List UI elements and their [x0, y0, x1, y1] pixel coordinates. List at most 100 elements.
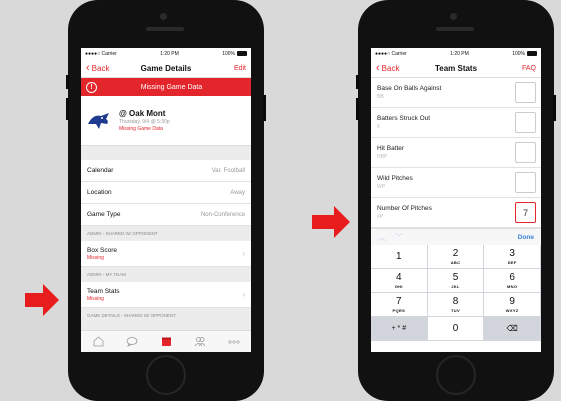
- nav-bar: ‹ Back Game Details Edit: [81, 59, 251, 78]
- row-value: Away: [230, 189, 245, 196]
- red-arrow-left: [25, 284, 59, 316]
- speaker: [436, 27, 474, 31]
- key-3[interactable]: 3 DEF: [484, 245, 541, 269]
- stat-label: Base On Balls Against: [377, 85, 442, 92]
- phone-team-stats: ●●●●○ Carrier 1:20 PM 100% ‹ Back Team St…: [356, 0, 556, 401]
- game-type-row[interactable]: Game Type Non-Conference: [81, 204, 251, 226]
- faq-button[interactable]: FAQ: [522, 65, 536, 72]
- stat-row-bb: Base On Balls Against BB: [371, 78, 541, 108]
- key-letters: MNO: [507, 283, 518, 289]
- missing-data-banner[interactable]: ! Missing Game Data: [81, 78, 251, 96]
- key-letters: TUV: [451, 307, 460, 313]
- key-symbols[interactable]: + * #: [371, 317, 428, 341]
- opponent-name: @ Oak Mont: [119, 109, 166, 118]
- home-button[interactable]: [146, 355, 186, 395]
- battery-icon: [526, 50, 537, 56]
- stat-abbr: K: [377, 124, 381, 130]
- team-stats-screen: ●●●●○ Carrier 1:20 PM 100% ‹ Back Team St…: [371, 48, 541, 352]
- game-details-screen: ●●●●○ Carrier 1:20 PM 100% ‹ Back Game De…: [81, 48, 251, 352]
- alert-icon: !: [86, 81, 97, 93]
- status-bar: ●●●●○ Carrier 1:20 PM 100%: [371, 48, 541, 59]
- key-5[interactable]: 5 JKL: [427, 269, 485, 293]
- row-label: Calendar: [87, 167, 114, 174]
- stat-label: Number Of Pitches: [377, 205, 432, 212]
- stat-row-k: Batters Struck Out K: [371, 108, 541, 138]
- key-letters: GHI: [394, 283, 403, 289]
- key-digit: 7: [396, 295, 402, 307]
- location-row[interactable]: Location Away: [81, 182, 251, 204]
- chevron-down-icon[interactable]: ﹀: [395, 232, 403, 243]
- key-digit: 5: [452, 271, 459, 283]
- key-letters: DEF: [507, 259, 517, 265]
- team-stats-row[interactable]: Team Stats Missing ›: [81, 282, 251, 308]
- game-date: Thursday, 9/4 @ 5:30p: [119, 119, 170, 125]
- row-label: Location: [87, 189, 112, 196]
- carrier-label: ●●●●○ Carrier: [85, 50, 117, 57]
- row-value: Var. Football: [211, 167, 245, 174]
- camera: [160, 13, 167, 20]
- status-bar: ●●●●○ Carrier 1:20 PM 100%: [81, 48, 251, 59]
- key-digit: 8: [452, 295, 459, 307]
- stat-row-hbp: Hit Batter HBP: [371, 138, 541, 168]
- key-8[interactable]: 8 TUV: [427, 293, 485, 317]
- chevron-right-icon: ›: [242, 290, 245, 299]
- backspace-icon: ⌫: [506, 323, 518, 333]
- done-button[interactable]: Done: [518, 234, 534, 241]
- key-6[interactable]: 6 MNO: [484, 269, 541, 293]
- home-icon[interactable]: [91, 335, 105, 349]
- calendar-row[interactable]: Calendar Var. Football: [81, 160, 251, 182]
- stat-label: Wild Pitches: [377, 175, 413, 182]
- row-label: Game Type: [87, 211, 121, 218]
- phone-game-details: ●●●●○ Carrier 1:20 PM 100% ‹ Back Game De…: [66, 0, 266, 401]
- key-letters: PQRS: [392, 307, 406, 313]
- stat-label: Batters Struck Out: [377, 115, 431, 122]
- back-button[interactable]: ‹ Back: [376, 62, 399, 74]
- section-header-game-details: GAME DETAILS - SHARED W/ OPPONENT: [81, 308, 251, 323]
- key-0[interactable]: 0: [427, 317, 485, 341]
- key-letters: JKL: [451, 283, 460, 289]
- back-button[interactable]: ‹ Back: [86, 62, 110, 74]
- game-header: @ Oak Mont Thursday, 9/4 @ 5:30p Missing…: [81, 96, 251, 146]
- missing-game-data-label: Missing Game Data: [119, 126, 163, 132]
- key-2[interactable]: 2 ABC: [427, 245, 485, 269]
- key-digit: 4: [396, 271, 402, 283]
- row-label: Box Score: [87, 246, 117, 254]
- key-9[interactable]: 9 WXYZ: [484, 293, 541, 317]
- row-status: Missing: [87, 295, 104, 302]
- key-4[interactable]: 4 GHI: [371, 269, 428, 293]
- speaker: [146, 27, 184, 31]
- home-button[interactable]: [436, 355, 476, 395]
- red-arrow-middle: [312, 206, 350, 238]
- chat-icon[interactable]: [125, 335, 139, 349]
- chevron-up-icon[interactable]: ︿: [378, 232, 386, 243]
- box-score-row[interactable]: Box Score Missing ›: [81, 241, 251, 267]
- key-letters: ABC: [450, 259, 461, 265]
- back-label: Back: [91, 63, 110, 73]
- stat-input-bb[interactable]: [515, 82, 536, 103]
- stat-abbr: BB: [377, 94, 384, 100]
- calendar-icon[interactable]: [159, 335, 173, 349]
- row-value: Non-Conference: [200, 211, 245, 218]
- section-header-my-team: ADMIN - MY TEAM: [81, 267, 251, 282]
- stat-input-hbp[interactable]: [515, 142, 536, 163]
- edit-button[interactable]: Edit: [234, 65, 246, 72]
- backspace-key[interactable]: ⌫: [484, 317, 541, 341]
- stat-input-k[interactable]: [515, 112, 536, 133]
- stat-label: Hit Batter: [377, 145, 405, 152]
- key-digit: 3: [509, 247, 515, 259]
- number-keypad: 1 2 ABC 3 DEF 4 GHI 5 JKL 6 MNO 7 PQRS 8 TUV 9W…: [371, 245, 541, 341]
- stat-abbr: HBP: [377, 154, 388, 160]
- stat-input-wp[interactable]: [515, 172, 536, 193]
- tab-bar: [81, 330, 251, 352]
- key-digit: 1: [396, 250, 402, 262]
- chevron-right-icon: ›: [242, 249, 245, 258]
- people-icon[interactable]: [193, 335, 207, 349]
- more-icon[interactable]: [227, 335, 241, 349]
- stat-input-pitches[interactable]: 7: [515, 202, 536, 223]
- key-7[interactable]: 7 PQRS: [371, 293, 428, 317]
- battery-percent: 100%: [512, 50, 525, 57]
- camera: [450, 13, 457, 20]
- battery-icon: [236, 50, 247, 56]
- key-1[interactable]: 1: [371, 245, 428, 269]
- stat-abbr: WP: [377, 184, 386, 190]
